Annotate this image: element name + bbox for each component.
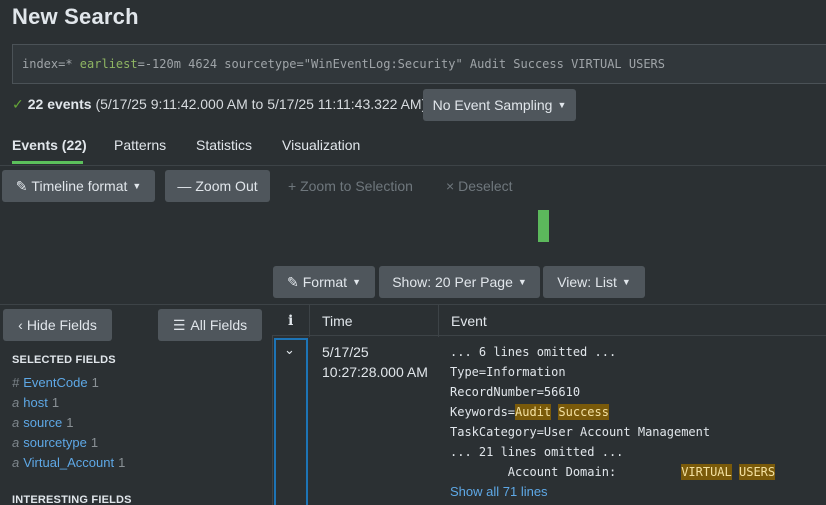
format-button[interactable]: ✎ Format ▼ — [273, 266, 375, 298]
view-button[interactable]: View: List ▼ — [543, 266, 645, 298]
string-type-icon: a — [12, 435, 20, 450]
tab-visualization[interactable]: Visualization — [282, 137, 360, 153]
field-name: source — [23, 415, 63, 430]
chevron-down-icon[interactable]: ⌄ — [284, 342, 295, 358]
hide-fields-label: Hide Fields — [26, 317, 97, 333]
zoom-out-label: Zoom Out — [195, 178, 258, 194]
field-name: Virtual_Account — [23, 455, 115, 470]
check-icon: ✓ — [12, 96, 24, 112]
event-line: ... 21 lines omitted ... — [450, 445, 624, 459]
view-label: View: List — [557, 274, 617, 290]
field-count: 1 — [90, 435, 99, 450]
x-icon: × — [446, 178, 455, 194]
field-item[interactable]: a host 1 — [12, 395, 59, 410]
event-count: 22 events — [27, 96, 92, 112]
format-label: Format — [302, 274, 348, 290]
field-name: sourcetype — [23, 435, 87, 450]
tab-statistics[interactable]: Statistics — [196, 137, 252, 153]
active-tab-indicator — [12, 161, 83, 164]
highlight-term[interactable]: Audit — [515, 404, 552, 420]
query-part-rest: =-120m 4624 sourcetype="WinEventLog:Secu… — [137, 57, 665, 71]
field-item[interactable]: # EventCode 1 — [12, 375, 99, 390]
event-sampling-label: No Event Sampling — [432, 97, 553, 113]
caret-down-icon: ▼ — [557, 100, 567, 110]
event-time: 10:27:28.000 AM — [322, 364, 428, 380]
event-line: Type=Information — [450, 365, 566, 379]
number-type-icon: # — [12, 375, 20, 390]
per-page-button[interactable]: Show: 20 Per Page ▼ — [379, 266, 540, 298]
zoom-to-selection-button[interactable]: + Zoom to Selection — [288, 178, 413, 194]
deselect-label: Deselect — [458, 178, 513, 194]
event-date: 5/17/25 — [322, 344, 369, 360]
info-column-header: i — [288, 313, 294, 329]
field-count: 1 — [91, 375, 99, 390]
highlight-term[interactable]: USERS — [739, 464, 776, 480]
string-type-icon: a — [12, 415, 20, 430]
field-name: host — [23, 395, 48, 410]
tab-patterns[interactable]: Patterns — [114, 137, 166, 153]
all-fields-button[interactable]: ☰ All Fields — [158, 309, 262, 341]
hide-fields-button[interactable]: ‹ Hide Fields — [3, 309, 112, 341]
list-icon: ☰ — [172, 316, 186, 333]
highlight-term[interactable]: VIRTUAL — [681, 464, 732, 480]
field-item[interactable]: a source 1 — [12, 415, 74, 430]
event-line: ... 6 lines omitted ... — [450, 345, 617, 359]
timeline-bar[interactable] — [538, 210, 549, 242]
deselect-button[interactable]: × Deselect — [446, 178, 513, 194]
caret-down-icon: ▼ — [352, 277, 361, 287]
event-line-key: Keywords= — [450, 405, 516, 419]
caret-down-icon: ▼ — [621, 277, 631, 287]
selected-fields-heading: SELECTED FIELDS — [12, 354, 116, 366]
query-part-index: index=* — [22, 57, 80, 71]
page-title: New Search — [12, 4, 139, 29]
highlight-term[interactable]: Success — [558, 404, 609, 420]
tab-events[interactable]: Events (22) — [12, 137, 87, 153]
search-status: ✓ 22 events (5/17/25 9:11:42.000 AM to 5/… — [12, 96, 426, 113]
pencil-icon: ✎ — [287, 273, 299, 290]
minus-icon: — — [177, 178, 192, 194]
chevron-left-icon: ‹ — [18, 317, 23, 333]
search-input[interactable]: index=* earliest=-120m 4624 sourcetype="… — [12, 44, 826, 84]
all-fields-label: All Fields — [190, 317, 248, 333]
table-header: i Time Event — [272, 304, 826, 337]
row-expand-cell — [274, 338, 308, 505]
event-line: TaskCategory=User Account Management — [450, 425, 711, 439]
time-range: (5/17/25 9:11:42.000 AM to 5/17/25 11:11… — [95, 96, 427, 112]
interesting-fields-heading: INTERESTING FIELDS — [12, 494, 132, 505]
caret-down-icon: ▼ — [132, 181, 142, 191]
field-count: 1 — [66, 415, 74, 430]
caret-down-icon: ▼ — [517, 277, 527, 287]
zoom-to-selection-label: Zoom to Selection — [300, 178, 413, 194]
show-all-lines-link[interactable]: Show all 71 lines — [450, 484, 548, 499]
timeline-format-label: Timeline format — [31, 178, 128, 194]
time-column-header[interactable]: Time — [322, 313, 353, 329]
event-line: RecordNumber=56610 — [450, 385, 581, 399]
event-line: Account Domain: VIRTUAL USERS — [450, 462, 776, 482]
field-name: EventCode — [23, 375, 88, 390]
string-type-icon: a — [12, 395, 20, 410]
results-tabs: Events (22) Patterns Statistics Visualiz… — [0, 128, 826, 166]
query-part-earliest: earliest — [79, 57, 138, 71]
plus-icon: + — [288, 178, 297, 194]
timeline-format-button[interactable]: ✎ Timeline format ▼ — [2, 170, 155, 202]
event-column-header: Event — [451, 313, 487, 329]
zoom-out-button[interactable]: — Zoom Out — [165, 170, 270, 202]
column-divider — [309, 305, 310, 337]
event-raw-text: ... 6 lines omitted ... Type=Information R… — [450, 342, 776, 482]
event-line-key: Account Domain: — [450, 465, 682, 479]
string-type-icon: a — [12, 455, 20, 470]
field-count: 1 — [118, 455, 126, 470]
field-item[interactable]: a sourcetype 1 — [12, 435, 98, 450]
per-page-label: Show: 20 Per Page — [392, 274, 513, 290]
field-count: 1 — [51, 395, 60, 410]
pencil-icon: ✎ — [15, 177, 28, 194]
event-sampling-button[interactable]: No Event Sampling ▼ — [423, 89, 576, 121]
field-item[interactable]: a Virtual_Account 1 — [12, 455, 125, 470]
event-line: Keywords=Audit Success — [450, 402, 775, 422]
event-time-cell: 5/17/25 10:27:28.000 AM — [322, 342, 428, 382]
column-divider — [438, 305, 439, 337]
